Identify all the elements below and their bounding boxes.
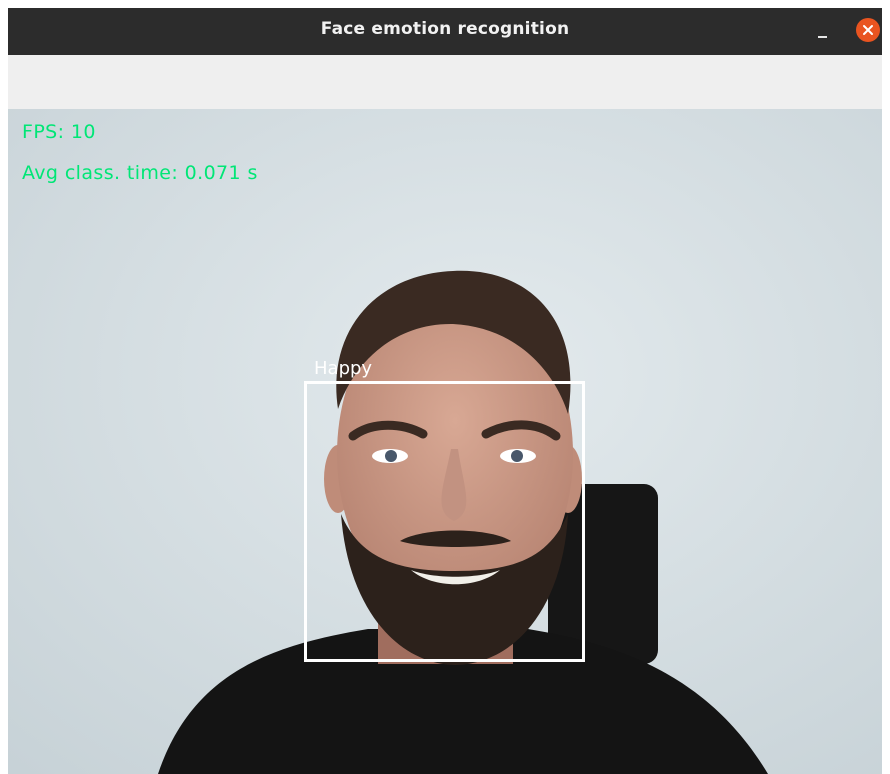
emotion-label: Happy <box>314 358 373 379</box>
face-bounding-box <box>304 381 585 662</box>
title-bar[interactable]: Face emotion recognition <box>8 8 882 55</box>
close-icon <box>863 25 873 35</box>
fps-readout: FPS: 10 <box>22 121 96 143</box>
video-feed: FPS: 10 Avg class. time: 0.071 s Happy <box>8 109 882 774</box>
app-window: Face emotion recognition FPS: 10 Avg cla… <box>8 8 882 774</box>
close-button[interactable] <box>856 18 880 42</box>
window-title: Face emotion recognition <box>320 19 570 39</box>
avg-classification-time-readout: Avg class. time: 0.071 s <box>22 162 258 184</box>
minimize-button[interactable] <box>812 22 832 42</box>
window-toolbar <box>8 55 882 109</box>
